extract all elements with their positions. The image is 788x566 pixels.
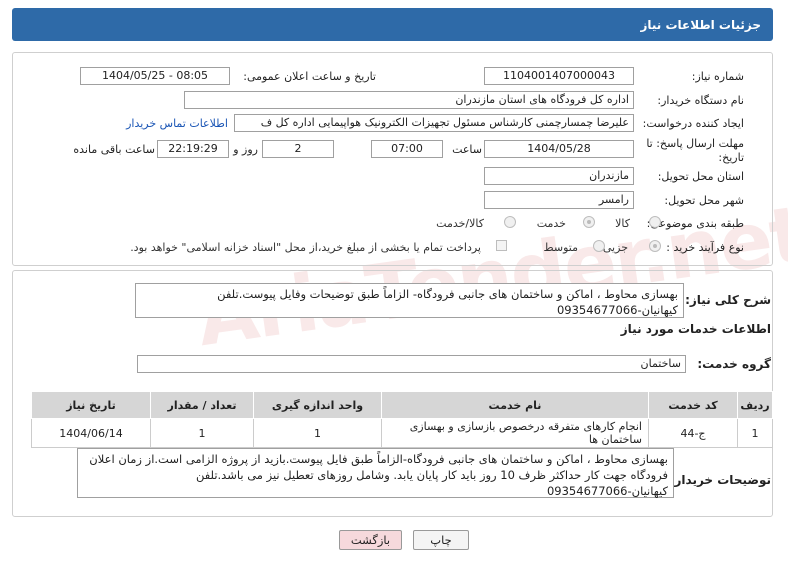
table-cell: انجام کارهای متفرقه درخصوص بازسازی و بهس… xyxy=(381,418,649,448)
province-label: استان محل تحویل: xyxy=(657,170,744,183)
table-cell: 1 xyxy=(253,418,382,448)
deadline-label: مهلت ارسال پاسخ: تا تاریخ: xyxy=(646,137,744,164)
remaining-label: ساعت باقی مانده xyxy=(73,143,155,156)
column-header: نام خدمت xyxy=(381,391,649,419)
requester-field: علیرضا چمسارچمنی کارشناس مسئول تجهیزات ا… xyxy=(234,114,634,132)
table-cell: 1 xyxy=(737,418,773,448)
buyer-notes-label: توضیحات خریدار: xyxy=(669,473,771,487)
page-title: جزئیات اطلاعات نیاز xyxy=(12,8,773,41)
column-header: کد خدمت xyxy=(648,391,738,419)
table-cell: 1404/06/14 xyxy=(31,418,151,448)
need-number-label: شماره نیاز: xyxy=(691,70,744,83)
table-row: 1 ج-44 انجام کارهای متفرقه درخصوص بازساز… xyxy=(31,418,773,448)
service-group-label: گروه خدمت: xyxy=(697,357,771,371)
process-option-minor: جزیی xyxy=(602,241,628,254)
days-label: روز و xyxy=(233,143,258,156)
services-table: ردیف کد خدمت نام خدمت واحد اندازه گیری ت… xyxy=(31,391,773,448)
category-radio-goods-service[interactable] xyxy=(504,216,516,228)
deadline-date-field: 1404/05/28 xyxy=(484,140,634,158)
back-button[interactable]: بازگشت xyxy=(339,530,402,550)
service-group-field: ساختمان xyxy=(137,355,686,373)
announce-field: 1404/05/25 - 08:05 xyxy=(80,67,230,85)
column-header: ردیف xyxy=(737,391,773,419)
table-cell: ج-44 xyxy=(648,418,738,448)
column-header: تعداد / مقدار xyxy=(150,391,254,419)
buyer-contact-link[interactable]: اطلاعات تماس خریدار xyxy=(126,117,228,130)
deadline-time-label: ساعت xyxy=(452,143,482,156)
process-option-medium: متوسط xyxy=(543,241,578,254)
buyer-org-field: اداره کل فرودگاه های استان مازندران xyxy=(184,91,634,109)
need-number-field: 1104001407000043 xyxy=(484,67,634,85)
buyer-org-label: نام دستگاه خریدار: xyxy=(657,94,744,107)
process-radio-minor[interactable] xyxy=(649,240,661,252)
summary-label: شرح کلی نیاز: xyxy=(685,293,771,307)
process-label: نوع فرآیند خرید : xyxy=(666,241,744,254)
announce-label: تاریخ و ساعت اعلان عمومی: xyxy=(243,70,376,83)
city-field: رامسر xyxy=(484,191,634,209)
print-button[interactable]: چاپ xyxy=(413,530,469,550)
days-field: 2 xyxy=(262,140,334,158)
table-cell: 1 xyxy=(150,418,254,448)
category-label: طبقه بندی موضوعی: xyxy=(646,217,744,230)
category-option-goods: کالا xyxy=(615,217,630,230)
city-label: شهر محل تحویل: xyxy=(664,194,744,207)
category-radio-goods[interactable] xyxy=(649,216,661,228)
category-radio-service[interactable] xyxy=(583,216,595,228)
summary-field: بهسازی محاوط ، اماکن و ساختمان های جانبی… xyxy=(135,283,684,318)
treasury-payment-checkbox[interactable] xyxy=(496,240,507,251)
process-radio-medium[interactable] xyxy=(593,240,605,252)
province-field: مازندران xyxy=(484,167,634,185)
column-header: واحد اندازه گیری xyxy=(253,391,382,419)
category-option-goods-service: کالا/خدمت xyxy=(436,217,484,230)
column-header: تاریخ نیاز xyxy=(31,391,151,419)
table-header-row: ردیف کد خدمت نام خدمت واحد اندازه گیری ت… xyxy=(31,391,773,419)
deadline-time-field: 07:00 xyxy=(371,140,443,158)
requester-label: ایجاد کننده درخواست: xyxy=(642,117,744,130)
remaining-time-field: 22:19:29 xyxy=(157,140,229,158)
services-heading: اطلاعات خدمات مورد نیاز xyxy=(620,322,771,336)
buyer-notes-field: بهسازی محاوط ، اماکن و ساختمان های جانبی… xyxy=(77,448,674,498)
category-option-service: خدمت xyxy=(536,217,566,230)
treasury-payment-note: پرداخت تمام یا بخشی از مبلغ خرید،از محل … xyxy=(130,241,481,254)
